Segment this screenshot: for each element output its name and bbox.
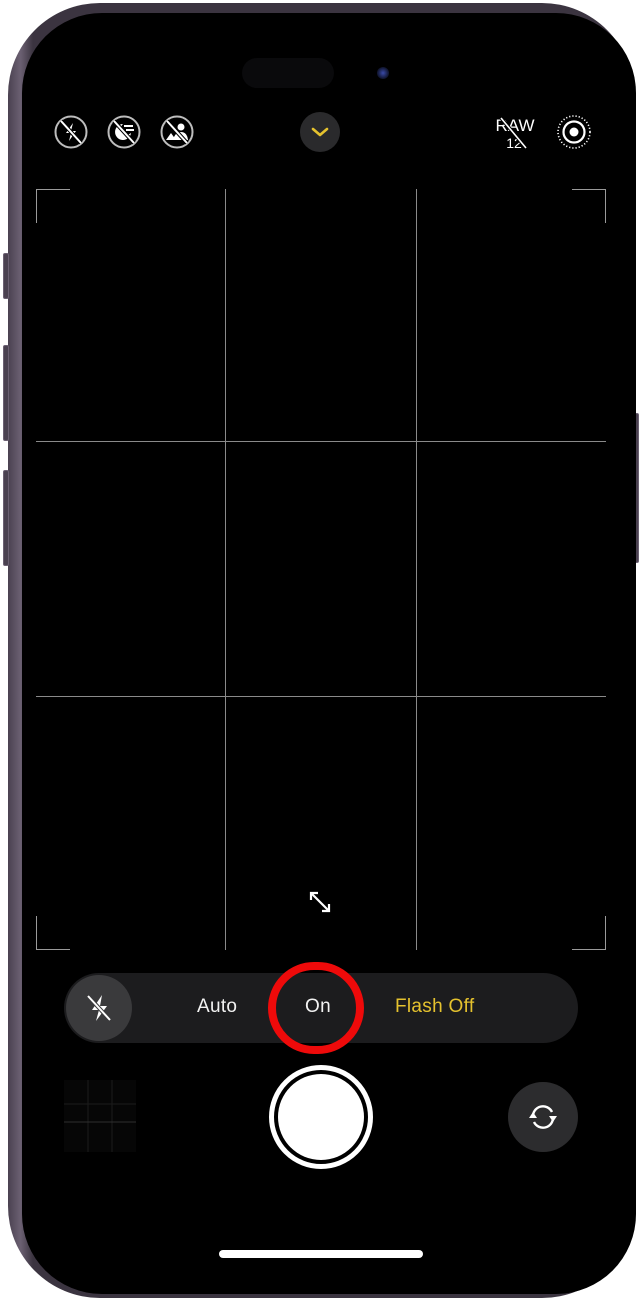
- flash-off-icon: [86, 994, 112, 1022]
- portrait-off-icon[interactable]: [159, 114, 195, 150]
- flash-option-off[interactable]: Flash Off: [395, 996, 474, 1018]
- expand-arrows-icon[interactable]: [306, 888, 334, 916]
- shutter-button[interactable]: [269, 1065, 373, 1169]
- volume-down-button: [3, 470, 9, 566]
- flash-mode-button[interactable]: [66, 975, 132, 1041]
- highlight-annotation-ring: [268, 962, 364, 1054]
- volume-up-button: [3, 345, 9, 441]
- front-camera-lens: [377, 67, 389, 79]
- chevron-down-icon: [311, 127, 329, 137]
- frame-corner-tl: [36, 189, 70, 223]
- camera-flip-button[interactable]: [508, 1082, 578, 1152]
- frame-corner-br: [572, 916, 606, 950]
- raw-toggle-button[interactable]: RAW 12: [492, 114, 538, 152]
- live-photo-icon: [557, 115, 591, 149]
- last-photo-thumbnail[interactable]: [64, 1080, 136, 1152]
- camera-flip-icon: [529, 1105, 557, 1129]
- night-mode-off-icon[interactable]: [106, 114, 142, 150]
- home-indicator[interactable]: [219, 1250, 423, 1258]
- dynamic-island: [242, 58, 334, 88]
- flash-option-auto[interactable]: Auto: [197, 996, 237, 1018]
- grid-line-h1: [36, 441, 606, 442]
- live-photo-button[interactable]: [556, 114, 592, 150]
- flash-off-icon[interactable]: [53, 114, 89, 150]
- shutter-button-inner: [278, 1074, 364, 1160]
- grid-line-v2: [416, 189, 417, 950]
- action-button: [3, 253, 9, 299]
- grid-line-h2: [36, 696, 606, 697]
- frame-corner-tr: [572, 189, 606, 223]
- frame-corner-bl: [36, 916, 70, 950]
- grid-line-v1: [225, 189, 226, 950]
- expand-controls-button[interactable]: [300, 112, 340, 152]
